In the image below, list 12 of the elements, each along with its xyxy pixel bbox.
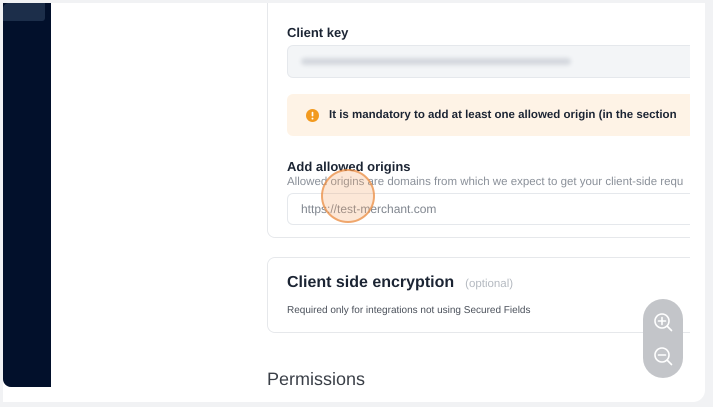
warning-icon	[306, 108, 319, 122]
field-label: Client key	[287, 25, 350, 40]
warning-text: It is mandatory to add at least one allowed origin (in the section	[329, 109, 677, 121]
zoom-in-icon[interactable]	[653, 312, 673, 332]
optional-label: (optional)	[465, 278, 514, 290]
section-heading: Permissions	[267, 369, 366, 390]
client-key-field[interactable]	[287, 45, 690, 78]
field-label: Add allowed origins	[287, 159, 412, 174]
section-title: Client side encryption	[287, 274, 454, 292]
section-description: Required only for integrations not using Secured Fields	[287, 305, 532, 316]
sidebar-item[interactable]	[3, 3, 45, 21]
zoom-out-icon[interactable]	[653, 346, 673, 366]
